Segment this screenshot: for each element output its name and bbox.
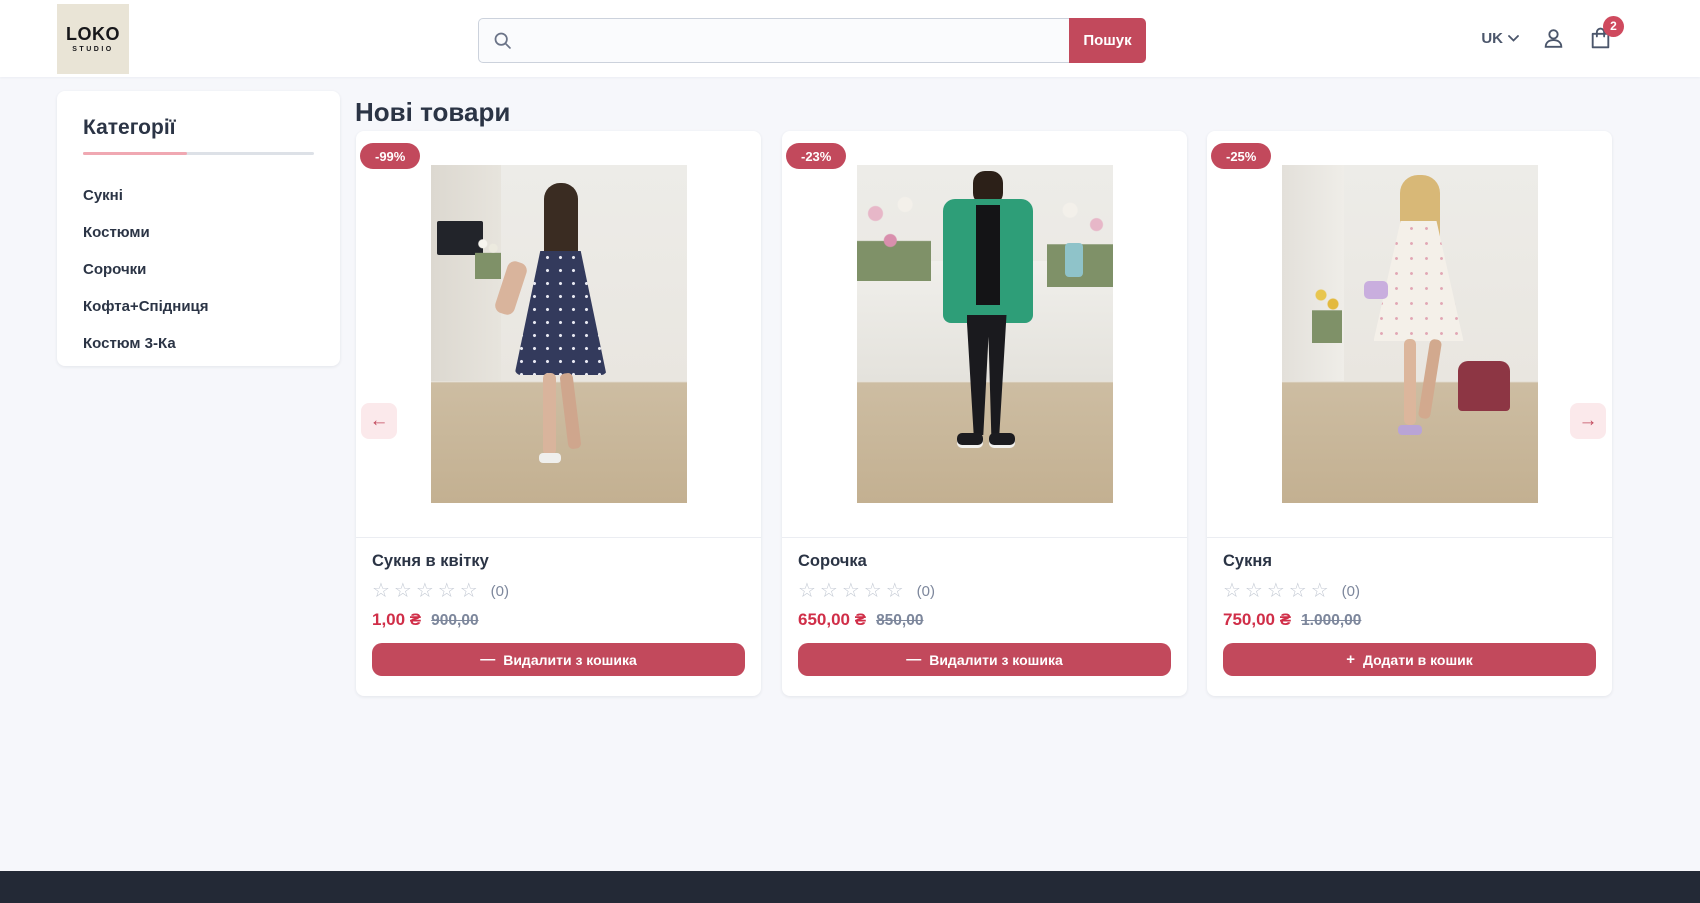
plus-icon: + (1346, 651, 1355, 668)
cart-button-label: Видалити з кошика (929, 652, 1063, 668)
discount-badge: -23% (786, 143, 846, 169)
search-icon (492, 30, 513, 51)
page-title: Нові товари (355, 97, 510, 128)
price-old: 1.000,00 (1301, 612, 1361, 630)
sidebar-item-suits[interactable]: Костюми (83, 214, 314, 251)
minus-icon: — (906, 651, 921, 668)
price-current: 650,00 ₴ (798, 610, 866, 630)
product-photo-zone (1207, 131, 1612, 538)
product-name[interactable]: Сукня в квітку (372, 552, 745, 571)
language-label: UK (1481, 30, 1503, 47)
product-card: -99% Сукня в квітку ☆☆☆☆☆ (0) 1,00 ₴ 900… (356, 131, 761, 696)
header-actions: UK 2 (1481, 0, 1613, 77)
search-input[interactable] (513, 19, 1069, 62)
rating-count: (0) (917, 583, 935, 600)
logo-line1: LOKO (66, 25, 120, 43)
categories-divider (83, 152, 314, 155)
user-icon (1541, 26, 1566, 51)
sidebar-item-dresses[interactable]: Сукні (83, 177, 314, 214)
product-info: Сукня ☆☆☆☆☆ (0) 750,00 ₴ 1.000,00 + Дода… (1207, 538, 1612, 676)
minus-icon: — (480, 651, 495, 668)
categories-list: Сукні Костюми Сорочки Кофта+Спідниця Кос… (83, 177, 314, 362)
product-rating: ☆☆☆☆☆ (0) (1223, 580, 1596, 602)
chevron-down-icon (1508, 35, 1519, 42)
cart-button-label: Видалити з кошика (503, 652, 637, 668)
product-photo[interactable] (1282, 165, 1538, 503)
product-info: Сорочка ☆☆☆☆☆ (0) 650,00 ₴ 850,00 — Вида… (782, 538, 1187, 676)
logo-line2: STUDIO (72, 46, 113, 53)
cart-button[interactable]: 2 (1587, 26, 1613, 52)
categories-title: Категорії (83, 116, 314, 140)
product-card: -25% Сукня ☆☆☆☆☆ (0) 750,00 ₴ 1.000,00 +… (1207, 131, 1612, 696)
star-rating-icons: ☆☆☆☆☆ (798, 580, 908, 602)
product-photo[interactable] (857, 165, 1113, 503)
product-price-row: 750,00 ₴ 1.000,00 (1223, 610, 1596, 630)
add-to-cart-button[interactable]: + Додати в кошик (1223, 643, 1596, 676)
cart-button-label: Додати в кошик (1363, 652, 1473, 668)
rating-count: (0) (491, 583, 509, 600)
product-photo-zone (782, 131, 1187, 538)
logo[interactable]: LOKO STUDIO (57, 4, 129, 74)
carousel-next-button[interactable]: → (1570, 403, 1606, 439)
rating-count: (0) (1342, 583, 1360, 600)
header: LOKO STUDIO Пошук UK 2 (0, 0, 1700, 77)
discount-badge: -99% (360, 143, 420, 169)
remove-from-cart-button[interactable]: — Видалити з кошика (798, 643, 1171, 676)
star-rating-icons: ☆☆☆☆☆ (1223, 580, 1333, 602)
categories-panel: Категорії Сукні Костюми Сорочки Кофта+Сп… (57, 91, 340, 366)
arrow-right-icon: → (1579, 410, 1598, 432)
product-price-row: 650,00 ₴ 850,00 (798, 610, 1171, 630)
footer (0, 871, 1700, 903)
product-name[interactable]: Сорочка (798, 552, 1171, 571)
arrow-left-icon: ← (370, 410, 389, 432)
sidebar-item-sweater-skirt[interactable]: Кофта+Спідниця (83, 288, 314, 325)
search-bar: Пошук (478, 18, 1146, 63)
cart-count-badge: 2 (1603, 16, 1624, 37)
search-input-wrap (478, 18, 1069, 63)
sidebar-item-suit-3pc[interactable]: Костюм 3-Ка (83, 325, 314, 362)
price-old: 900,00 (431, 612, 478, 630)
product-rating: ☆☆☆☆☆ (0) (798, 580, 1171, 602)
product-photo[interactable] (431, 165, 687, 503)
product-info: Сукня в квітку ☆☆☆☆☆ (0) 1,00 ₴ 900,00 —… (356, 538, 761, 676)
language-selector[interactable]: UK (1481, 30, 1519, 47)
search-button[interactable]: Пошук (1069, 18, 1146, 63)
discount-badge: -25% (1211, 143, 1271, 169)
price-current: 750,00 ₴ (1223, 610, 1291, 630)
carousel-prev-button[interactable]: ← (361, 403, 397, 439)
star-rating-icons: ☆☆☆☆☆ (372, 580, 482, 602)
account-button[interactable] (1540, 26, 1566, 52)
price-old: 850,00 (876, 612, 923, 630)
product-rating: ☆☆☆☆☆ (0) (372, 580, 745, 602)
product-name[interactable]: Сукня (1223, 552, 1596, 571)
product-card: -23% Сорочка ☆☆☆☆☆ (0) 650,00 ₴ 850,00 —… (782, 131, 1187, 696)
remove-from-cart-button[interactable]: — Видалити з кошика (372, 643, 745, 676)
sidebar-item-shirts[interactable]: Сорочки (83, 251, 314, 288)
product-price-row: 1,00 ₴ 900,00 (372, 610, 745, 630)
product-photo-zone (356, 131, 761, 538)
price-current: 1,00 ₴ (372, 610, 421, 630)
